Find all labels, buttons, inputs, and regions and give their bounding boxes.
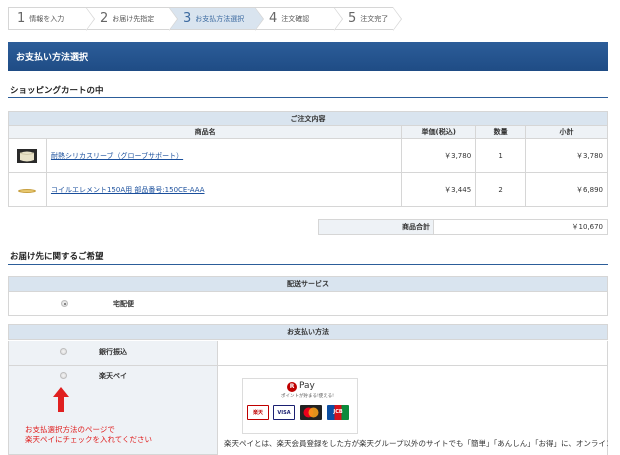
unit-price: ￥3,445 <box>401 172 477 207</box>
delivery-section-title: お届け先に関するご希望 <box>10 252 104 262</box>
table-row: 耐熱シリカスリーブ（グローブサポート） ￥3,780 1 ￥3,780 <box>8 138 608 173</box>
visa-icon: VISA <box>273 405 295 420</box>
subtotal: ￥3,780 <box>525 138 608 173</box>
rakuten-r-icon: R <box>287 382 297 392</box>
section-divider <box>8 97 608 98</box>
total-label: 商品合計 <box>319 220 434 234</box>
delivery-service-header: 配送サービス <box>8 276 608 292</box>
delivery-radio[interactable] <box>61 300 68 307</box>
total-value: ￥10,670 <box>571 223 604 231</box>
rakuten-pay-logo: R Pay ポイントが貯まる!使える! 楽天 VISA JCB <box>242 378 358 434</box>
cart-section-title: ショッピングカートの中 <box>10 86 104 96</box>
step-number: 3 <box>183 11 192 26</box>
product-link[interactable]: コイルエレメント150A用 部品番号:150CE-AAA <box>47 186 205 194</box>
column-header-subtotal: 小計 <box>525 125 608 139</box>
step-label: 情報を入力 <box>29 14 65 23</box>
step-label: 注文完了 <box>360 14 389 23</box>
section-divider <box>8 264 608 265</box>
column-header-name: 商品名 <box>7 125 403 139</box>
product-link[interactable]: 耐熱シリカスリーブ（グローブサポート） <box>47 152 183 160</box>
coil-product-image[interactable] <box>16 181 38 199</box>
rakuten-pay-description: 楽天ペイとは、楽天会員登録をした方が楽天グループ以外のサイトでも「簡単」「あんし… <box>224 439 608 448</box>
step-number: 4 <box>269 11 278 26</box>
product-thumb-cell <box>8 172 47 207</box>
step-4: 4 注文確認 <box>255 7 343 31</box>
product-name-cell: コイルエレメント150A用 部品番号:150CE-AAA <box>45 172 403 207</box>
payment-row-divider <box>218 341 608 366</box>
step-label: お届け先指定 <box>112 14 155 23</box>
bank-transfer-radio[interactable] <box>60 348 67 355</box>
bank-transfer-label: 銀行振込 <box>99 348 127 356</box>
step-number: 1 <box>17 11 26 26</box>
product-thumb-cell <box>8 138 47 173</box>
mastercard-icon <box>300 405 322 420</box>
rakuten-pay-tagline: ポイントが貯まる!使える! <box>281 394 334 399</box>
product-name-cell: 耐熱シリカスリーブ（グローブサポート） <box>45 138 403 173</box>
quantity: 1 <box>475 138 527 173</box>
step-1: 1 情報を入力 <box>8 7 95 31</box>
subtotal: ￥6,890 <box>525 172 608 207</box>
step-number: 2 <box>100 11 109 26</box>
checkout-steps: 1 情報を入力 2 お届け先指定 3 お支払方法選択 4 注文確認 5 注文完了 <box>8 7 402 31</box>
column-header-qty: 数量 <box>475 125 527 139</box>
note-line-1: お支払選択方法のページで <box>25 425 115 434</box>
step-2: 2 お届け先指定 <box>86 7 178 31</box>
step-number: 5 <box>348 11 357 26</box>
column-header-price: 単価(税込) <box>401 125 477 139</box>
cart-total: 商品合計 ￥10,670 <box>318 219 608 235</box>
instruction-note: お支払選択方法のページで 楽天ペイにチェックを入れてください <box>25 425 152 445</box>
delivery-option-label: 宅配便 <box>113 300 134 308</box>
rakuten-pay-wordmark: Pay <box>299 381 315 391</box>
arrow-up-icon <box>53 387 69 412</box>
cart-table: ご注文内容 商品名 単価(税込) 数量 小計 耐熱シリカスリーブ（グローブサポー… <box>7 111 608 207</box>
sleeve-product-image[interactable] <box>16 147 38 165</box>
rakuten-pay-radio[interactable] <box>60 372 67 379</box>
step-label: 注文確認 <box>281 14 310 23</box>
delivery-option-row: 宅配便 <box>8 292 608 316</box>
quantity: 2 <box>475 172 527 207</box>
rakuten-pay-label: 楽天ペイ <box>99 372 127 380</box>
rakuten-card-icon: 楽天 <box>247 405 269 420</box>
step-3: 3 お支払方法選択 <box>169 7 264 31</box>
note-line-2: 楽天ペイにチェックを入れてください <box>25 435 153 444</box>
step-label: お支払方法選択 <box>195 14 245 23</box>
payment-method-header: お支払い方法 <box>8 324 608 340</box>
cart-caption: ご注文内容 <box>8 111 608 126</box>
jcb-icon: JCB <box>327 405 349 420</box>
table-row: コイルエレメント150A用 部品番号:150CE-AAA ￥3,445 2 ￥6… <box>8 172 608 207</box>
unit-price: ￥3,780 <box>401 138 477 173</box>
page-title: お支払い方法選択 <box>8 42 608 71</box>
